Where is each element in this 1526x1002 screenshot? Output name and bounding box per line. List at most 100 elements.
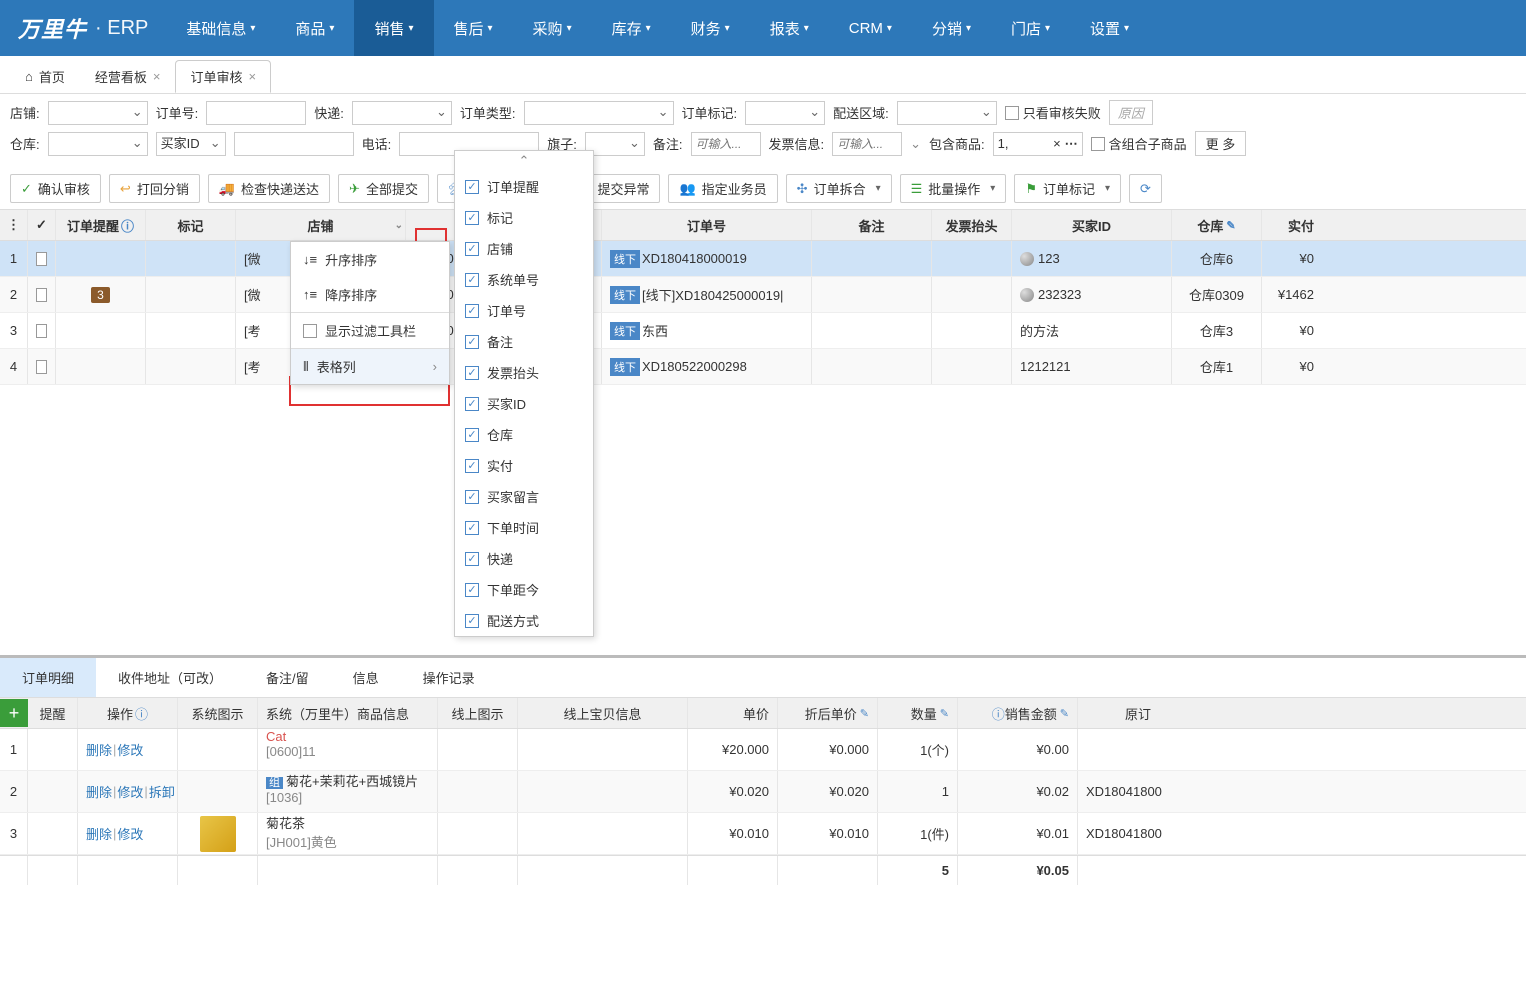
select-region[interactable]: [897, 101, 997, 125]
submenu-item-9[interactable]: ✓实付: [455, 450, 593, 481]
submenu-item-4[interactable]: ✓订单号: [455, 295, 593, 326]
scroll-up-icon[interactable]: ⌃: [455, 151, 593, 171]
submenu-item-8[interactable]: ✓仓库: [455, 419, 593, 450]
nav-item-6[interactable]: 财务▾: [671, 0, 750, 56]
input-buyerid[interactable]: [234, 132, 354, 156]
label-note: 备注:: [653, 134, 683, 153]
nav-item-9[interactable]: 分销▾: [912, 0, 991, 56]
toolbar-btn-1[interactable]: ↩打回分销: [109, 174, 200, 203]
submenu-item-0[interactable]: ✓订单提醒: [455, 171, 593, 202]
th-depot[interactable]: 仓库✎: [1172, 210, 1262, 240]
nav-item-11[interactable]: 设置▾: [1070, 0, 1149, 56]
close-icon[interactable]: ×: [249, 69, 257, 84]
th-checkall[interactable]: ✓: [28, 210, 56, 240]
toolbar-btn-7[interactable]: ✣订单拆合▾: [786, 174, 892, 203]
select-ordermark[interactable]: [745, 101, 825, 125]
th-note[interactable]: 备注: [812, 210, 932, 240]
detail-tab-1[interactable]: 收件地址（可改）: [96, 658, 244, 697]
toolbar-btn-9[interactable]: ⚑订单标记▾: [1014, 174, 1121, 203]
toolbar-btn-2[interactable]: 🚚检查快递送达: [208, 174, 330, 203]
nav-item-5[interactable]: 库存▾: [592, 0, 671, 56]
select-depot[interactable]: [48, 132, 148, 156]
nav-item-3[interactable]: 售后▾: [434, 0, 513, 56]
nav-item-4[interactable]: 采购▾: [513, 0, 592, 56]
select-shop[interactable]: [48, 101, 148, 125]
submenu-item-3[interactable]: ✓系统单号: [455, 264, 593, 295]
close-icon[interactable]: ×: [153, 69, 161, 84]
op-link[interactable]: 拆卸: [149, 782, 175, 801]
checkbox-onlyfail[interactable]: 只看审核失败: [1005, 103, 1101, 122]
th-invoice[interactable]: 发票抬头: [932, 210, 1012, 240]
table-row[interactable]: 3[考XD180517000011线下东西的方法仓库3¥0: [0, 313, 1526, 349]
column-menu: ↓≡ 升序排序 ↑≡ 降序排序 显示过滤工具栏 ⦀ 表格列 ›: [290, 241, 450, 385]
detail-row[interactable]: 1删除|修改Cat[0600]11¥20.000¥0.0001(个)¥0.00: [0, 729, 1526, 771]
column-menu-caret[interactable]: ⌄: [395, 220, 403, 231]
toolbar-btn-3[interactable]: ✈全部提交: [338, 174, 429, 203]
clear-icon[interactable]: ×: [1053, 136, 1061, 151]
input-note[interactable]: [691, 132, 761, 156]
op-link[interactable]: 删除: [86, 782, 112, 801]
menu-sort-asc[interactable]: ↓≡ 升序排序: [291, 242, 449, 277]
tab-1[interactable]: 订单审核×: [175, 60, 271, 93]
op-link[interactable]: 删除: [86, 824, 112, 843]
tab-0[interactable]: 经营看板×: [80, 60, 176, 93]
tab-home[interactable]: ⌂ 首页: [10, 60, 80, 93]
toolbar-btn-10[interactable]: ⟳: [1129, 174, 1162, 203]
submenu-item-11[interactable]: ✓下单时间: [455, 512, 593, 543]
table-row[interactable]: 1[微XD180418000019线下XD180418000019123仓库6¥…: [0, 241, 1526, 277]
nav-item-10[interactable]: 门店▾: [991, 0, 1070, 56]
menu-show-filter[interactable]: 显示过滤工具栏: [291, 313, 449, 348]
nav-item-2[interactable]: 销售▾: [354, 0, 433, 56]
detail-tab-0[interactable]: 订单明细: [0, 658, 96, 697]
detail-row[interactable]: 3删除|修改菊花茶[JH001]黄色¥0.010¥0.0101(件)¥0.01X…: [0, 813, 1526, 855]
toolbar-btn-8[interactable]: ☰批量操作▾: [900, 174, 1007, 203]
op-link[interactable]: 修改: [117, 824, 143, 843]
select-express[interactable]: [352, 101, 452, 125]
op-link[interactable]: 删除: [86, 740, 112, 759]
label-depot: 仓库:: [10, 134, 40, 153]
submenu-item-13[interactable]: ✓下单距今: [455, 574, 593, 605]
op-link[interactable]: 修改: [117, 782, 143, 801]
th-menu[interactable]: ⋮: [0, 210, 28, 240]
add-button[interactable]: +: [0, 699, 28, 727]
submenu-item-10[interactable]: ✓买家留言: [455, 481, 593, 512]
more-dots-icon[interactable]: ⋯: [1065, 136, 1078, 152]
toolbar-btn-0[interactable]: ✓确认审核: [10, 174, 101, 203]
input-invoice-caret[interactable]: ⌄: [910, 136, 921, 152]
submenu-item-1[interactable]: ✓标记: [455, 202, 593, 233]
th-pay[interactable]: 实付: [1262, 210, 1322, 240]
submenu-item-2[interactable]: ✓店铺: [455, 233, 593, 264]
chevron-down-icon: ▾: [646, 23, 651, 34]
table-row[interactable]: 4[考线下XD1805220002981212121仓库1¥0: [0, 349, 1526, 385]
detail-tab-4[interactable]: 操作记录: [401, 658, 497, 697]
th-mark[interactable]: 标记: [146, 210, 236, 240]
select-ordertype[interactable]: [524, 101, 674, 125]
nav-item-1[interactable]: 商品▾: [275, 0, 354, 56]
th-shop[interactable]: 店铺 ⌄: [236, 210, 406, 240]
th-remind[interactable]: 订单提醒ⓘ: [56, 210, 146, 240]
nav-item-7[interactable]: 报表▾: [750, 0, 829, 56]
submenu-item-6[interactable]: ✓发票抬头: [455, 357, 593, 388]
detail-tab-2[interactable]: 备注/留: [244, 658, 331, 697]
table-row[interactable]: 23[微XD180502000018线下[线下]XD180425000019|2…: [0, 277, 1526, 313]
menu-sort-desc[interactable]: ↑≡ 降序排序: [291, 277, 449, 312]
detail-row[interactable]: 2删除|修改|拆卸组菊花+茉莉花+西城镜片[1036]¥0.020¥0.0201…: [0, 771, 1526, 813]
th-buyer[interactable]: 买家ID: [1012, 210, 1172, 240]
select-buyerid[interactable]: 买家ID: [156, 132, 226, 156]
submenu-item-5[interactable]: ✓备注: [455, 326, 593, 357]
nav-item-8[interactable]: CRM▾: [829, 0, 912, 56]
submenu-item-7[interactable]: ✓买家ID: [455, 388, 593, 419]
th-orderno[interactable]: 订单号: [602, 210, 812, 240]
menu-columns[interactable]: ⦀ 表格列 ›: [291, 349, 449, 384]
submenu-item-14[interactable]: ✓配送方式: [455, 605, 593, 636]
op-link[interactable]: 修改: [117, 740, 143, 759]
toolbar-btn-6[interactable]: 👥指定业务员: [668, 174, 777, 203]
checkbox-combo[interactable]: 含组合子商品: [1091, 134, 1187, 153]
submenu-item-12[interactable]: ✓快递: [455, 543, 593, 574]
nav-item-0[interactable]: 基础信息▾: [166, 0, 275, 56]
input-invoice[interactable]: [832, 132, 902, 156]
detail-tab-3[interactable]: 信息: [331, 658, 401, 697]
input-include-goods[interactable]: 1, × ⋯: [993, 132, 1083, 156]
more-button[interactable]: 更 多: [1195, 131, 1247, 156]
input-orderno[interactable]: [206, 101, 306, 125]
